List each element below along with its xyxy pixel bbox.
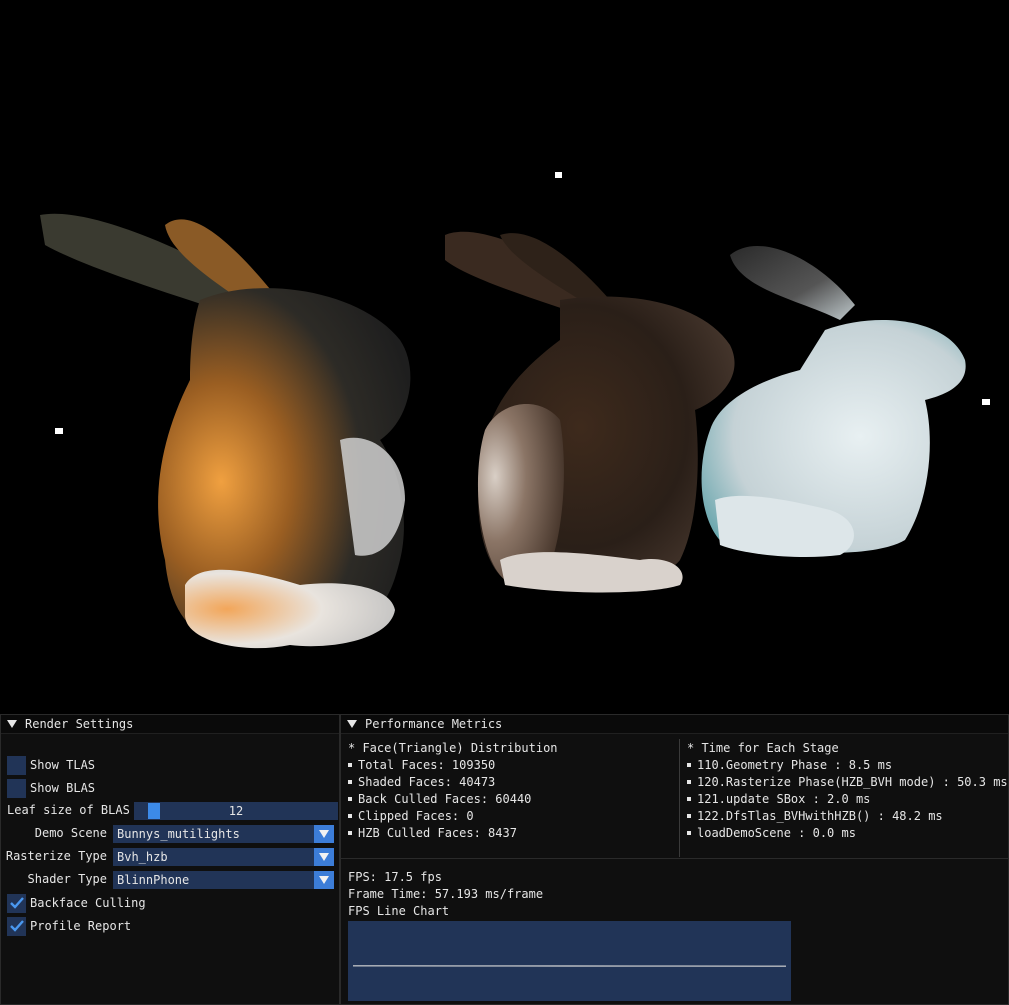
performance-metrics-header[interactable]: Performance Metrics [341, 715, 1008, 734]
list-item: 120.Rasterize Phase(HZB_BVH mode) : 50.3… [687, 774, 1008, 791]
show-blas-label: Show BLAS [30, 781, 96, 795]
demo-scene-label-row: Demo Scene [1, 823, 107, 843]
list-item: 122.DfsTlas_BVHwithHZB() : 48.2 ms [687, 808, 943, 825]
render-viewport[interactable] [0, 0, 1009, 714]
fps-line-chart-plot [352, 965, 787, 967]
demo-scene-label: Demo Scene [34, 826, 107, 840]
backface-culling-row[interactable]: Backface Culling [7, 893, 146, 913]
show-tlas-label: Show TLAS [30, 758, 96, 772]
list-item: Back Culled Faces: 60440 [348, 791, 531, 808]
stage-time-header: * Time for Each Stage [687, 741, 839, 755]
leaf-size-label: Leaf size of BLAS [7, 803, 130, 817]
rasterize-type-label-row: Rasterize Type [1, 846, 107, 866]
render-settings-header[interactable]: Render Settings [1, 715, 339, 734]
profile-report-row[interactable]: Profile Report [7, 916, 131, 936]
leaf-size-value: 12 [228, 804, 244, 818]
shader-type-value: BlinnPhone [117, 873, 190, 887]
leaf-size-row: Leaf size of BLAS [7, 800, 130, 820]
light-marker [982, 399, 990, 405]
list-item: loadDemoScene : 0.0 ms [687, 825, 856, 842]
show-tlas-row[interactable]: Show TLAS [7, 755, 95, 775]
rasterize-type-combo[interactable]: Bvh_hzb [113, 848, 334, 866]
collapse-triangle-icon[interactable] [347, 720, 357, 728]
scene-render [40, 172, 990, 649]
backface-culling-label: Backface Culling [30, 896, 146, 910]
render-settings-panel: Render Settings Show TLAS Show BLAS Leaf… [0, 714, 340, 1005]
bunny-white [701, 245, 966, 557]
fps-readout: FPS: 17.5 fps [348, 870, 442, 884]
fps-chart-label: FPS Line Chart [348, 904, 450, 918]
bunny-orange [40, 213, 411, 649]
light-marker [555, 172, 562, 178]
show-blas-checkbox[interactable] [7, 778, 26, 798]
list-item: 110.Geometry Phase : 8.5 ms [687, 757, 892, 774]
profile-report-checkbox[interactable] [7, 916, 26, 936]
shader-type-label: Shader Type [27, 872, 107, 886]
show-blas-row[interactable]: Show BLAS [7, 778, 95, 798]
list-item: 121.update SBox : 2.0 ms [687, 791, 870, 808]
performance-metrics-panel: Performance Metrics * Face(Triangle) Dis… [340, 714, 1009, 1005]
list-item: Shaded Faces: 40473 [348, 774, 495, 791]
checkmark-icon [9, 920, 24, 932]
collapse-triangle-icon[interactable] [7, 720, 17, 728]
show-tlas-checkbox[interactable] [7, 755, 26, 775]
chevron-down-icon[interactable] [314, 825, 334, 843]
section-divider [341, 858, 1008, 859]
rasterize-type-label: Rasterize Type [5, 849, 107, 863]
fps-line-chart [348, 921, 791, 1001]
list-item: Clipped Faces: 0 [348, 808, 474, 825]
performance-metrics-title: Performance Metrics [365, 716, 503, 731]
light-marker [55, 428, 63, 434]
rasterize-type-value: Bvh_hzb [117, 850, 168, 864]
backface-culling-checkbox[interactable] [7, 893, 26, 913]
render-settings-title: Render Settings [25, 716, 134, 731]
profile-report-label: Profile Report [30, 919, 132, 933]
column-divider [679, 739, 680, 857]
list-item: HZB Culled Faces: 8437 [348, 825, 517, 842]
shader-type-combo[interactable]: BlinnPhone [113, 871, 334, 889]
list-item: Total Faces: 109350 [348, 757, 495, 774]
demo-scene-value: Bunnys_mutilights [117, 827, 240, 841]
demo-scene-combo[interactable]: Bunnys_mutilights [113, 825, 334, 843]
shader-type-label-row: Shader Type [1, 869, 107, 889]
chevron-down-icon[interactable] [314, 871, 334, 889]
frame-time-readout: Frame Time: 57.193 ms/frame [348, 887, 544, 901]
checkmark-icon [9, 897, 24, 909]
chevron-down-icon[interactable] [314, 848, 334, 866]
leaf-size-slider[interactable]: 12 [134, 802, 338, 820]
bunny-brown [445, 231, 735, 593]
face-distribution-header: * Face(Triangle) Distribution [348, 741, 558, 755]
